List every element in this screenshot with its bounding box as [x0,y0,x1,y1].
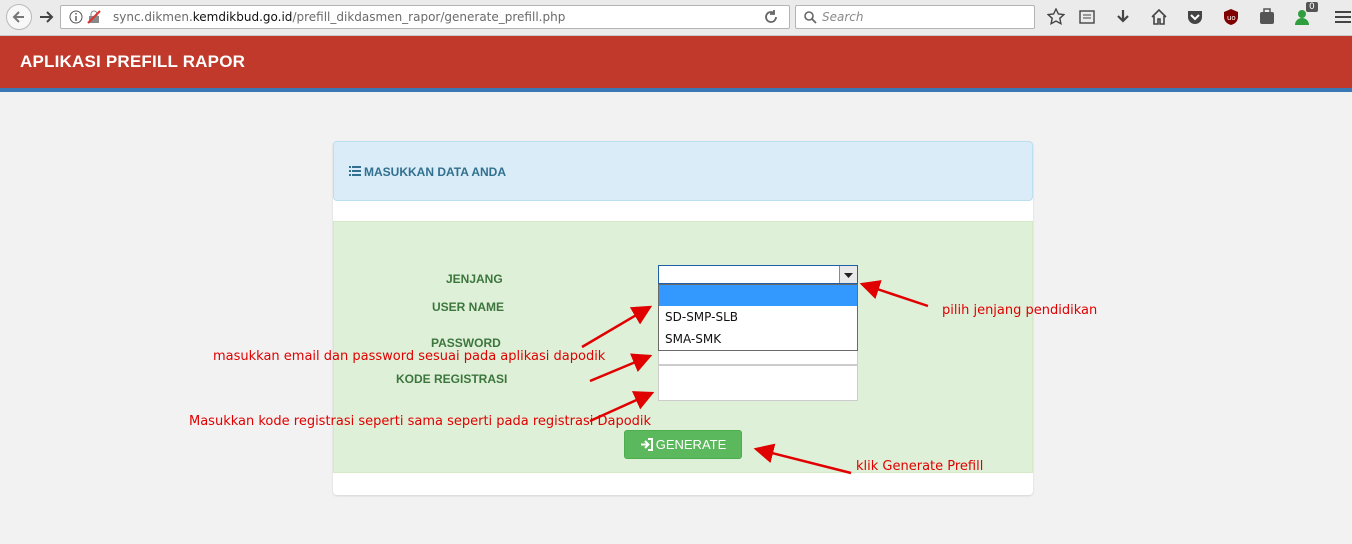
annotation-jenjang: pilih jenjang pendidikan [942,303,1098,318]
arrow-generate [753,443,852,475]
annotation-login: masukkan email dan password sesuai pada … [213,349,606,364]
annotation-generate: klik Generate Prefill [856,459,984,474]
annotation-arrows [581,280,929,475]
annotation-kode: Masukkan kode registrasi seperti sama se… [189,414,652,429]
arrow-username [581,305,653,349]
arrow-jenjang [859,280,929,308]
